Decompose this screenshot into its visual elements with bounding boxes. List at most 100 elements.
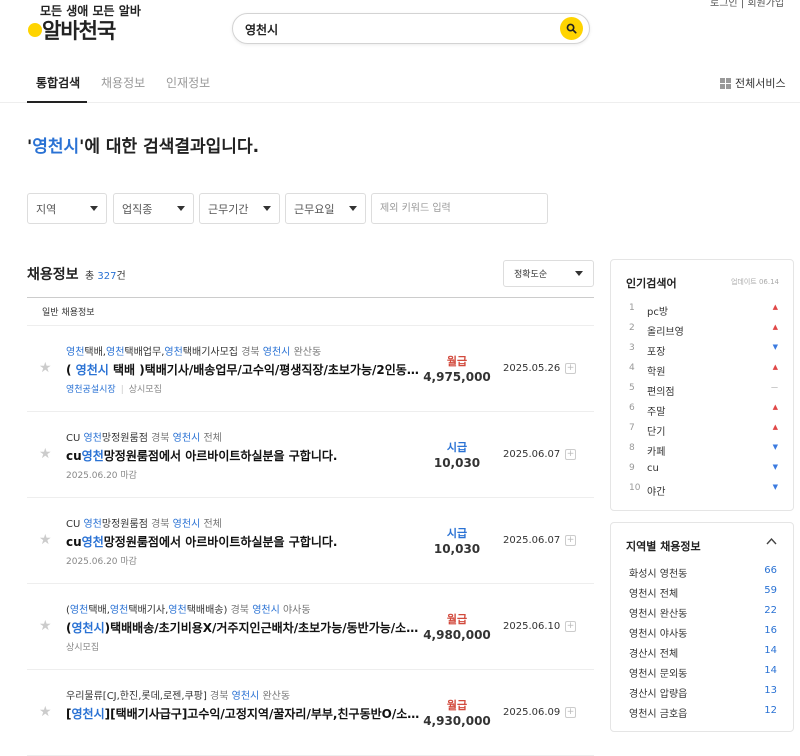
company-name[interactable]: (영천택배,영천택배기사,영천택배배송) 경북 영천시 야사동 [66,601,311,616]
separator: | [121,385,124,395]
add-icon[interactable]: + [565,363,576,374]
region-name: 영천시 문외동 [629,669,687,680]
logo[interactable]: 알바천국 [42,15,115,45]
add-icon[interactable]: + [565,535,576,546]
filter-work-days[interactable]: 근무요일 [285,193,366,224]
region-count: 66 [764,565,777,576]
filter-job-type[interactable]: 업직종 [113,193,194,224]
popular-keyword-item[interactable]: 9cu▼ [626,463,778,477]
popular-keyword-item[interactable]: 3포장▼ [626,343,778,357]
job-listing[interactable]: ★ CU 영천망정원룸점 경북 영천시 전체 cu영천망정원룸점에서 아르바이트하실… [27,498,594,584]
search-icon [566,23,577,34]
region-item[interactable]: 경산시 압량읍13 [629,685,777,700]
job-listing[interactable]: ★ (영천택배,영천택배기사,영천택배배송) 경북 영천시 야사동 (영천시)택배배… [27,584,594,670]
all-services-button[interactable]: 전체서비스 [720,75,786,91]
job-title[interactable]: ( 영천시 택배 )택배기사/배송업무/고수익/평생직장/초보가능/2인동반가능 [66,361,421,378]
region-item[interactable]: 영천시 전체59 [629,585,777,600]
pay-amount: 4,930,000 [407,714,507,728]
star-icon[interactable]: ★ [39,446,52,462]
update-time: 업데이트 06.14 [731,277,779,287]
region-item[interactable]: 영천시 야사동16 [629,625,777,640]
keyword-text: 단기 [647,423,665,438]
popular-keyword-item[interactable]: 5편의점— [626,383,778,397]
company-name[interactable]: 영천택배,영천택배업무,영천택배기사모집 경북 영천시 완산동 [66,343,321,358]
keyword-rank: 9 [629,463,635,473]
text-segment: )택배배송/초기비용X/거주지인근배차/초보가능/동반가능/소화물배송 [105,621,421,635]
text-segment: 택배, [88,605,110,616]
job-meta: 2025.06.20 마감 [66,468,137,481]
login-links[interactable]: 로그인 | 회원가입 [710,0,784,9]
posted-date: 2025.06.07 [503,535,560,546]
star-icon[interactable]: ★ [39,360,52,376]
job-listing[interactable]: ★ 우리물류[CJ,한진,롯데,로젠,쿠팡] 경북 영천시 완산동 [영천시][택배… [27,670,594,756]
location-city: 영천시 [252,605,280,616]
all-services-label: 전체서비스 [735,75,786,91]
search-button[interactable] [560,17,583,40]
company-name[interactable]: CU 영천망정원룸점 경북 영천시 전체 [66,515,222,530]
keyword-text: cu [647,463,659,474]
region-item[interactable]: 화성시 영천동 66 [629,565,777,580]
company-name[interactable]: 우리물류[CJ,한진,롯데,로젠,쿠팡] 경북 영천시 완산동 [66,687,290,702]
keyword-rank: 10 [629,483,640,493]
add-icon[interactable]: + [565,621,576,632]
popular-keyword-item[interactable]: 1pc방▲ [626,303,778,317]
job-title[interactable]: cu영천망정원룸점에서 아르바이트하실분을 구합니다. [66,447,421,464]
region-item[interactable]: 영천시 완산동22 [629,605,777,620]
meta-text: 영천공설시장 [66,385,116,395]
search-input[interactable] [245,19,545,39]
region-item[interactable]: 영천시 문외동14 [629,665,777,680]
region-item[interactable]: 영천시 금호읍12 [629,705,777,720]
popular-keyword-item[interactable]: 10야간▼ [626,483,778,497]
region-count: 59 [764,585,777,596]
pay-type-label: 월급 [407,611,507,627]
popular-keyword-item[interactable]: 4학원▲ [626,363,778,377]
tab-job-info[interactable]: 채용정보 [101,74,145,91]
region-name: 경산시 압량읍 [629,689,687,700]
meta-text: 상시모집 [66,643,99,653]
keyword-highlight: 영천시 [71,707,104,721]
add-icon[interactable]: + [565,449,576,460]
star-icon[interactable]: ★ [39,618,52,634]
region-item[interactable]: 경산시 전체14 [629,645,777,660]
job-title[interactable]: cu영천망정원룸점에서 아르바이트하실분을 구합니다. [66,533,421,550]
popular-keyword-item[interactable]: 8카페▼ [626,443,778,457]
star-icon[interactable]: ★ [39,704,52,720]
keyword-rank: 3 [629,343,635,353]
exclude-keyword-input[interactable] [371,193,548,224]
job-title[interactable]: [영천시][택배기사급구]고수익/고정지역/꿀자리/부부,친구동반O/소화물 [66,705,421,722]
filter-region[interactable]: 지역 [27,193,107,224]
location-city: 영천시 [173,433,201,444]
popular-keyword-item[interactable]: 6주말▲ [626,403,778,417]
filter-work-period[interactable]: 근무기간 [199,193,280,224]
tab-integrated-search[interactable]: 통합검색 [36,74,80,91]
divider [27,297,594,298]
tab-talent-info[interactable]: 인재정보 [166,74,210,91]
popular-keyword-item[interactable]: 2올리브영▲ [626,323,778,337]
keyword-highlight: 영천 [110,605,128,616]
location-city: 영천시 [173,519,201,530]
job-meta[interactable]: 영천공설시장|상시모집 [66,382,162,395]
chevron-up-icon[interactable] [766,535,777,548]
keyword-highlight: 영천 [70,605,88,616]
job-listing[interactable]: ★ 영천택배,영천택배업무,영천택배기사모집 경북 영천시 완산동 ( 영천시 택배… [27,326,594,412]
popular-keyword-item[interactable]: 7단기▲ [626,423,778,437]
bee-logo-icon [28,23,42,37]
result-heading: '영천시'에 대한 검색결과입니다. [27,132,259,157]
keyword-highlight: 영천 [83,433,101,444]
location-region: 경북 [210,691,228,702]
caret-down-icon [263,206,271,211]
location-region: 경북 [151,433,169,444]
region-name: 화성시 영천동 [629,569,687,580]
add-icon[interactable]: + [565,707,576,718]
keyword-rank: 4 [629,363,635,373]
job-meta: 상시모집 [66,640,99,653]
star-icon[interactable]: ★ [39,532,52,548]
popular-keywords-title: 인기검색어 [626,275,677,291]
job-meta: 2025.06.20 마감 [66,554,137,567]
job-title[interactable]: (영천시)택배배송/초기비용X/거주지인근배차/초보가능/동반가능/소화물배송 [66,619,421,636]
search-tabs: 통합검색 채용정보 인재정보 전체서비스 [0,70,800,103]
company-name[interactable]: CU 영천망정원룸점 경북 영천시 전체 [66,429,222,444]
search-bar [232,13,590,44]
sort-select[interactable]: 정확도순 [503,260,594,287]
job-listing[interactable]: ★ CU 영천망정원룸점 경북 영천시 전체 cu영천망정원룸점에서 아르바이트하실… [27,412,594,498]
